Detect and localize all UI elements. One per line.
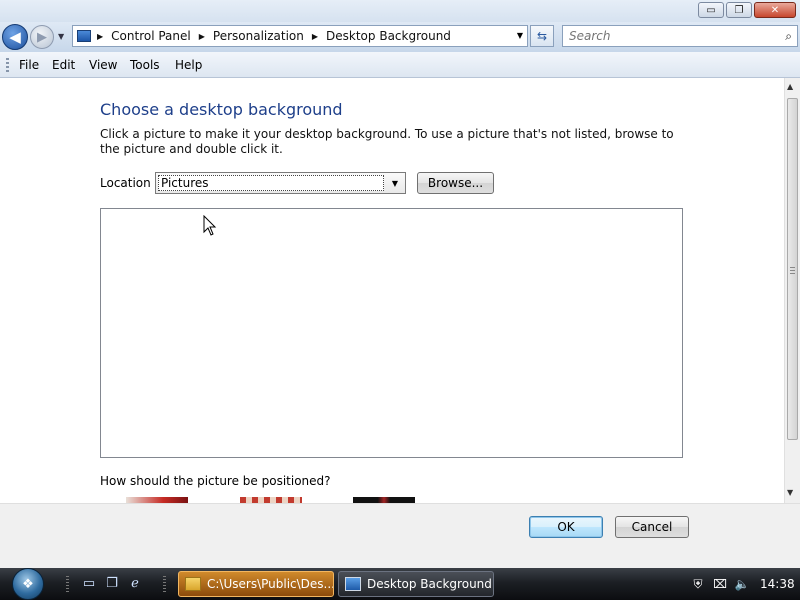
location-dropdown[interactable]: Pictures ▼ — [155, 172, 406, 194]
menu-edit[interactable]: Edit — [52, 58, 75, 72]
internet-explorer-icon[interactable]: ℯ — [127, 576, 143, 592]
taskbar-item-label: C:\Users\Public\Des... — [207, 577, 334, 591]
taskbar-item-label: Desktop Background — [367, 577, 492, 591]
recent-pages-dropdown[interactable]: ▼ — [58, 32, 64, 41]
control-panel-icon — [77, 30, 91, 42]
menu-tools[interactable]: Tools — [130, 58, 160, 72]
scrollbar-thumb[interactable] — [787, 98, 798, 440]
breadcrumb-desktop-background[interactable]: Desktop Background — [326, 29, 451, 43]
browse-button[interactable]: Browse... — [417, 172, 494, 194]
arrow-left-icon: ◀ — [9, 28, 21, 46]
chevron-down-icon[interactable]: ▼ — [387, 175, 403, 191]
desktop-icon — [345, 577, 361, 591]
switch-windows-icon[interactable]: ❐ — [104, 576, 120, 592]
refresh-button[interactable]: ⇆ — [530, 25, 554, 47]
menu-bar: File Edit View Tools Help — [0, 52, 800, 78]
picture-list[interactable] — [100, 208, 683, 458]
mouse-cursor-icon — [203, 215, 217, 236]
vertical-scrollbar[interactable]: ▲ ▼ — [784, 78, 800, 503]
back-button[interactable]: ◀ — [2, 24, 28, 50]
page-title: Choose a desktop background — [100, 100, 343, 119]
folder-icon — [185, 577, 201, 591]
position-question: How should the picture be positioned? — [100, 474, 331, 488]
cancel-button[interactable]: Cancel — [615, 516, 689, 538]
page-description: Click a picture to make it your desktop … — [100, 127, 674, 156]
maximize-button[interactable]: ❐ — [726, 2, 752, 18]
title-bar: ▭ ❐ ✕ — [0, 0, 800, 22]
window-controls: ▭ ❐ ✕ — [696, 2, 796, 18]
content-pane: Choose a desktop background Click a pict… — [0, 78, 784, 503]
minimize-button[interactable]: ▭ — [698, 2, 724, 18]
close-button[interactable]: ✕ — [754, 2, 796, 18]
forward-button[interactable]: ▶ — [30, 25, 54, 49]
taskbar-grip[interactable] — [163, 576, 166, 592]
search-box[interactable]: ⌕ — [562, 25, 798, 47]
start-button[interactable]: ❖ — [8, 568, 48, 600]
menu-view[interactable]: View — [89, 58, 117, 72]
show-desktop-icon[interactable]: ▭ — [81, 576, 97, 592]
address-bar[interactable]: ▶ Control Panel ▶ Personalization ▶ Desk… — [72, 25, 528, 47]
network-icon[interactable]: ⌧ — [712, 576, 728, 592]
search-input[interactable] — [567, 28, 771, 44]
windows-logo-icon: ❖ — [12, 568, 44, 600]
menu-help[interactable]: Help — [175, 58, 202, 72]
security-icon[interactable]: ⛨ — [690, 576, 706, 592]
chevron-right-icon[interactable]: ▶ — [97, 32, 103, 41]
refresh-icon: ⇆ — [536, 29, 548, 43]
location-value[interactable]: Pictures — [158, 175, 384, 191]
scroll-down-icon[interactable]: ▼ — [787, 488, 793, 497]
volume-muted-icon[interactable]: 🔈 — [734, 576, 750, 592]
system-tray: ⛨ ⌧ 🔈 14:38 — [690, 568, 795, 600]
taskbar: ❖ ▭ ❐ ℯ C:\Users\Public\Des... Desktop B… — [0, 568, 800, 600]
toolbar-grip[interactable] — [6, 58, 9, 72]
clock[interactable]: 14:38 — [760, 577, 795, 591]
chevron-right-icon[interactable]: ▶ — [312, 32, 318, 41]
chevron-right-icon[interactable]: ▶ — [199, 32, 205, 41]
search-icon[interactable]: ⌕ — [785, 29, 792, 44]
location-label: Location — [100, 176, 151, 190]
chevron-down-icon[interactable]: ▼ — [517, 31, 523, 40]
taskbar-item-desktop-background[interactable]: Desktop Background — [338, 571, 494, 597]
quick-launch-grip[interactable] — [66, 576, 69, 592]
arrow-right-icon: ▶ — [37, 29, 47, 45]
dialog-footer: OK Cancel — [0, 503, 800, 568]
breadcrumb-control-panel[interactable]: Control Panel — [111, 29, 191, 43]
menu-file[interactable]: File — [19, 58, 39, 72]
navigation-bar: ◀ ▶ ▼ ▶ Control Panel ▶ Personalization … — [0, 22, 800, 52]
scroll-up-icon[interactable]: ▲ — [787, 82, 793, 91]
breadcrumb-personalization[interactable]: Personalization — [213, 29, 304, 43]
taskbar-item-folder[interactable]: C:\Users\Public\Des... — [178, 571, 334, 597]
grip-icon — [790, 267, 795, 274]
ok-button[interactable]: OK — [529, 516, 603, 538]
